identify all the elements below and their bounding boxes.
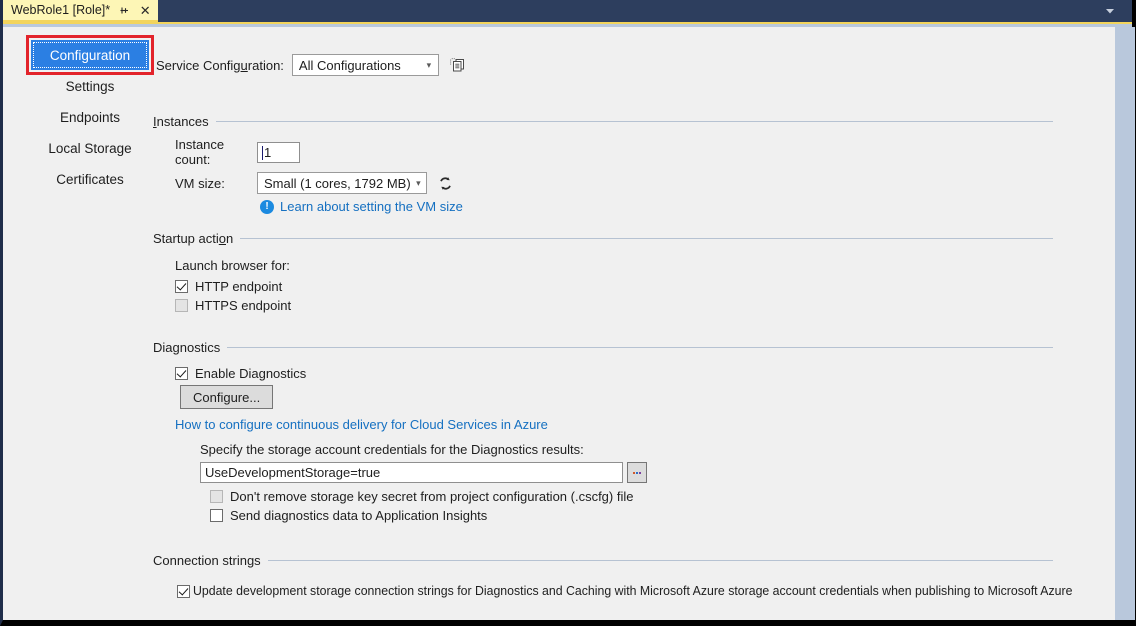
dont-remove-key-row[interactable]: Don't remove storage key secret from pro… (210, 489, 1053, 504)
startup-action-group-title: Startup action (153, 231, 233, 246)
diagnostics-group-title: Diagnostics (153, 340, 220, 355)
enable-diagnostics-row[interactable]: Enable Diagnostics (175, 366, 1053, 381)
https-endpoint-checkbox[interactable] (175, 299, 188, 312)
sidebar-item-label: Endpoints (60, 110, 120, 125)
configure-button[interactable]: Configure... (180, 385, 273, 409)
document-tab-bar: WebRole1 [Role]* ✕ (3, 0, 1132, 22)
storage-credentials-value: UseDevelopmentStorage=true (205, 465, 380, 480)
panel-right-gutter (1115, 27, 1135, 620)
connection-strings-group-header: Connection strings (153, 552, 1053, 568)
document-tab-label: WebRole1 [Role]* (11, 4, 110, 17)
configuration-page: Service Configuration: All Configuration… (149, 27, 1115, 620)
group-divider (240, 238, 1053, 239)
app-insights-label: Send diagnostics data to Application Ins… (230, 508, 487, 523)
sidebar-item-configuration[interactable]: Configuration (31, 40, 149, 70)
group-divider (227, 347, 1053, 348)
storage-credentials-row: UseDevelopmentStorage=true (200, 462, 1053, 483)
group-divider (216, 121, 1053, 122)
service-configuration-value: All Configurations (299, 58, 420, 73)
diagnostics-group-header: Diagnostics (153, 339, 1053, 355)
enable-diagnostics-checkbox[interactable] (175, 367, 188, 380)
text-caret (262, 146, 263, 160)
app-insights-row[interactable]: Send diagnostics data to Application Ins… (210, 508, 1053, 523)
browse-storage-button[interactable] (627, 462, 647, 483)
copy-configuration-icon[interactable] (447, 55, 468, 76)
sidebar-item-label: Settings (66, 79, 115, 94)
chevron-down-icon[interactable] (1104, 5, 1116, 17)
storage-credentials-label: Specify the storage account credentials … (200, 442, 1053, 457)
pin-icon[interactable] (117, 2, 131, 18)
info-icon: ! (260, 200, 274, 214)
close-icon[interactable]: ✕ (138, 2, 152, 18)
role-designer-window: WebRole1 [Role]* ✕ Configuration (0, 0, 1136, 626)
sidebar-item-configuration-wrap: Configuration (31, 40, 149, 70)
sidebar-item-label: Certificates (56, 172, 124, 187)
startup-action-group-body: Launch browser for: HTTP endpoint HTTPS … (153, 246, 1053, 313)
dont-remove-key-checkbox[interactable] (210, 490, 223, 503)
refresh-icon[interactable] (437, 175, 454, 192)
instances-group: Instances Instance count: 1 VM size: (153, 113, 1053, 214)
vm-size-select[interactable]: Small (1 cores, 1792 MB) ▾ (257, 172, 427, 194)
connection-strings-group: Connection strings Update development st… (153, 552, 1053, 598)
enable-diagnostics-label: Enable Diagnostics (195, 366, 306, 381)
role-designer-content: Configuration Settings Endpoints Local S… (3, 27, 1115, 620)
vm-size-label: VM size: (175, 176, 257, 191)
service-configuration-label: Service Configuration: (156, 58, 284, 73)
sidebar-item-local-storage[interactable]: Local Storage (31, 133, 149, 163)
sidebar-item-endpoints[interactable]: Endpoints (31, 102, 149, 132)
connection-strings-group-body: Update development storage connection st… (153, 568, 1053, 598)
startup-action-group-header: Startup action (153, 230, 1053, 246)
instance-count-input[interactable]: 1 (257, 142, 300, 163)
storage-credentials-input[interactable]: UseDevelopmentStorage=true (200, 462, 623, 483)
group-divider (268, 560, 1053, 561)
sidebar-item-settings[interactable]: Settings (31, 71, 149, 101)
vm-size-learn-link[interactable]: Learn about setting the VM size (280, 199, 463, 214)
update-connection-strings-checkbox[interactable] (177, 585, 190, 598)
instances-group-header: Instances (153, 113, 1053, 129)
instance-count-label: Instance count: (175, 137, 257, 167)
connection-strings-group-title: Connection strings (153, 553, 261, 568)
startup-action-group: Startup action Launch browser for: HTTP … (153, 230, 1053, 317)
https-endpoint-label: HTTPS endpoint (195, 298, 291, 313)
sidebar-item-label: Local Storage (48, 141, 131, 156)
dont-remove-key-label: Don't remove storage key secret from pro… (230, 489, 633, 504)
http-endpoint-checkbox[interactable] (175, 280, 188, 293)
vm-size-row: VM size: Small (1 cores, 1792 MB) ▾ (175, 172, 1053, 194)
sidebar-item-label: Configuration (50, 48, 130, 63)
update-connection-strings-row[interactable]: Update development storage connection st… (177, 584, 1053, 598)
app-insights-checkbox[interactable] (210, 509, 223, 522)
role-designer-sidebar: Configuration Settings Endpoints Local S… (31, 27, 149, 195)
instance-count-row: Instance count: 1 (175, 137, 1053, 167)
instances-group-body: Instance count: 1 VM size: Small (1 core… (153, 129, 1053, 214)
tab-strip-underline (3, 22, 1132, 24)
chevron-down-icon: ▾ (420, 60, 438, 71)
http-endpoint-row[interactable]: HTTP endpoint (175, 279, 1053, 294)
launch-browser-label: Launch browser for: (175, 258, 1053, 273)
https-endpoint-row[interactable]: HTTPS endpoint (175, 298, 1053, 313)
instances-group-title: Instances (153, 114, 209, 129)
vm-size-hint-row: ! Learn about setting the VM size (260, 199, 1053, 214)
http-endpoint-label: HTTP endpoint (195, 279, 282, 294)
update-connection-strings-label: Update development storage connection st… (193, 584, 1072, 598)
diagnostics-group-body: Enable Diagnostics Configure... How to c… (153, 355, 1053, 523)
continuous-delivery-link[interactable]: How to configure continuous delivery for… (175, 417, 548, 432)
document-tab-webrole1[interactable]: WebRole1 [Role]* ✕ (3, 0, 158, 22)
service-configuration-row: Service Configuration: All Configuration… (156, 54, 468, 76)
service-configuration-select[interactable]: All Configurations ▾ (292, 54, 439, 76)
chevron-down-icon: ▾ (411, 178, 426, 189)
diagnostics-group: Diagnostics Enable Diagnostics Configure… (153, 339, 1053, 527)
instance-count-value: 1 (262, 145, 271, 160)
vm-size-value: Small (1 cores, 1792 MB) (264, 176, 411, 191)
sidebar-item-certificates[interactable]: Certificates (31, 164, 149, 194)
